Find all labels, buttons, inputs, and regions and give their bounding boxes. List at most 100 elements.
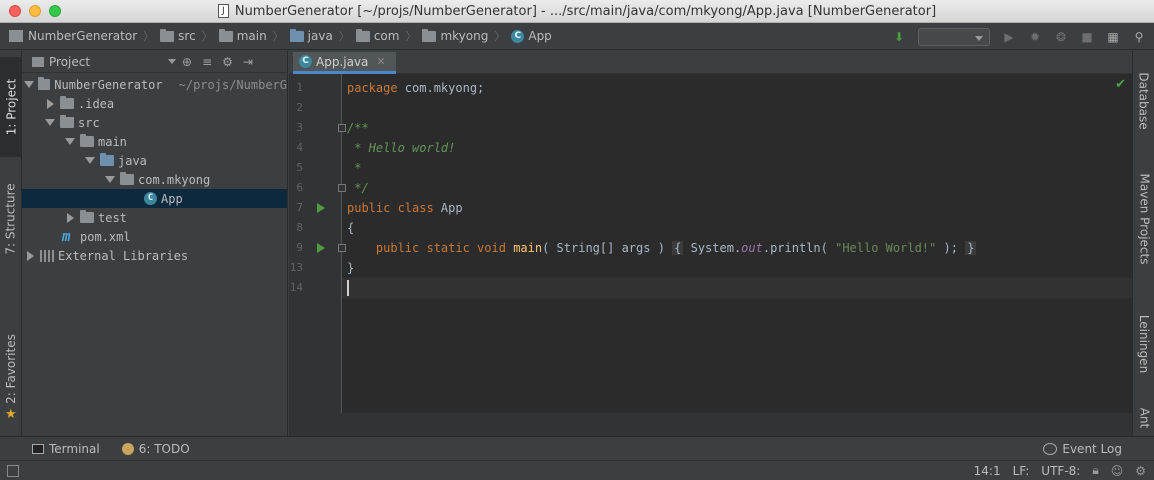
toolbar-right: ⬇ ▶ ✹ ❂ ■ ▦ ⚲	[892, 23, 1154, 50]
breadcrumb-item-java[interactable]: java 〉	[289, 28, 356, 44]
java-file-icon: J	[217, 4, 229, 18]
tool-tab-structure[interactable]: 7: Structure	[0, 169, 22, 269]
todo-tool-button[interactable]: 6: TODO	[121, 442, 190, 456]
breadcrumb: NumberGenerator 〉 src 〉 main 〉 java 〉 co…	[0, 23, 558, 49]
tree-item-java[interactable]: java	[22, 151, 287, 170]
breadcrumb-item-src[interactable]: src 〉	[160, 28, 219, 44]
project-icon	[32, 56, 44, 67]
expand-arrow-icon[interactable]	[104, 176, 116, 183]
code-line: *	[347, 161, 362, 175]
lock-icon[interactable]: 🔒︎	[1092, 463, 1098, 478]
code-line: }	[347, 261, 355, 275]
close-icon[interactable]: ✕	[376, 55, 385, 68]
tree-item-test[interactable]: test	[22, 208, 287, 227]
tree-item-app[interactable]: C App	[22, 189, 287, 208]
todo-icon	[121, 442, 134, 455]
text-caret	[347, 279, 349, 296]
close-window-button[interactable]	[9, 5, 21, 17]
line-number: 5	[296, 161, 303, 174]
expand-arrow-icon[interactable]	[24, 81, 34, 88]
gear-icon[interactable]: ⚙	[222, 55, 233, 69]
star-icon: ★	[5, 407, 17, 422]
line-number: 6	[296, 181, 303, 194]
inspection-ok-icon[interactable]: ✔	[1115, 77, 1126, 92]
code-line: public static void main( String[] args )…	[375, 241, 977, 255]
tree-item-pom-xml[interactable]: m pom.xml	[22, 227, 287, 246]
breadcrumb-item-main[interactable]: main 〉	[218, 28, 290, 44]
package-icon	[355, 28, 370, 42]
tool-tab-leiningen[interactable]: Leiningen	[1133, 299, 1154, 389]
chevron-right-icon: 〉	[272, 30, 284, 43]
tool-tab-favorites[interactable]: 2: Favorites	[0, 319, 22, 419]
breadcrumb-item-mkyong[interactable]: mkyong 〉	[422, 28, 511, 44]
code-line-current	[342, 278, 1132, 298]
editor-area: C App.java ✕ 1 2 3 4 5 6 7 8 9 13 14 pac…	[289, 51, 1132, 436]
event-log-button[interactable]: Event Log	[1043, 442, 1122, 456]
locate-icon[interactable]: ⊕	[182, 55, 192, 69]
breadcrumb-label: src	[178, 29, 196, 43]
run-configuration-select[interactable]	[918, 27, 990, 46]
run-gutter-icon[interactable]	[317, 243, 325, 253]
run-icon[interactable]: ▶	[1002, 30, 1016, 44]
tree-item-idea[interactable]: .idea	[22, 94, 287, 113]
code-line: package com.mkyong;	[347, 81, 485, 95]
chevron-right-icon: 〉	[143, 30, 155, 43]
project-structure-icon[interactable]: ▦	[1106, 30, 1120, 44]
code-line: public class App	[347, 201, 463, 215]
maximize-window-button[interactable]	[49, 5, 61, 17]
tree-item-numbergenerator[interactable]: NumberGenerator ~/projs/NumberG	[22, 75, 287, 94]
tree-item-main[interactable]: main	[22, 132, 287, 151]
breadcrumb-label: main	[236, 29, 267, 43]
project-panel-title[interactable]: Project	[49, 55, 90, 69]
collapse-arrow-icon[interactable]	[64, 213, 76, 223]
breadcrumb-label: java	[307, 29, 333, 43]
class-icon: C	[299, 55, 312, 68]
package-icon	[120, 172, 134, 185]
project-panel-tools: ⊕ ≡ ⚙ ⇥	[182, 55, 253, 69]
tree-item-com-mkyong[interactable]: com.mkyong	[22, 170, 287, 189]
breadcrumb-label: NumberGenerator	[28, 29, 138, 43]
event-icon[interactable]: ⚙	[1135, 464, 1146, 478]
file-encoding[interactable]: UTF-8:	[1041, 464, 1080, 478]
expand-arrow-icon[interactable]	[64, 138, 76, 145]
breadcrumb-item-app[interactable]: C App	[511, 29, 557, 43]
collapse-all-icon[interactable]: ≡	[202, 55, 212, 69]
search-icon[interactable]: ⚲	[1132, 30, 1146, 44]
tab-app-java[interactable]: C App.java ✕	[293, 52, 396, 74]
expand-arrow-icon[interactable]	[44, 119, 56, 126]
debug-icon[interactable]: ✹	[1028, 30, 1042, 44]
code-line: {	[347, 221, 355, 235]
stop-icon[interactable]: ■	[1080, 30, 1094, 44]
right-tool-strip: Database Maven Projects Leiningen Ant	[1132, 51, 1154, 436]
hector-icon[interactable]: ☺	[1111, 464, 1124, 478]
tree-item-src[interactable]: src	[22, 113, 287, 132]
cursor-position[interactable]: 14:1	[974, 464, 1001, 478]
tool-tab-project[interactable]: 1: Project	[0, 57, 22, 157]
breadcrumb-label: com	[373, 29, 400, 43]
tree-item-external-libraries[interactable]: External Libraries	[22, 246, 287, 265]
tool-windows-toggle-icon[interactable]	[7, 464, 19, 477]
folder-icon	[80, 134, 94, 147]
collapse-arrow-icon[interactable]	[24, 251, 36, 261]
folder-icon	[80, 210, 94, 223]
window-title: NumberGenerator [~/projs/NumberGenerator…	[234, 3, 937, 19]
tool-tab-database[interactable]: Database	[1133, 61, 1154, 141]
terminal-tool-button[interactable]: Terminal	[32, 442, 100, 456]
left-tool-strip: 1: Project 7: Structure 2: Favorites ★	[0, 51, 22, 436]
expand-arrow-icon[interactable]	[84, 157, 96, 164]
tool-tab-ant[interactable]: Ant	[1133, 401, 1154, 435]
tool-tab-maven-projects[interactable]: Maven Projects	[1133, 159, 1154, 279]
chevron-down-icon[interactable]	[168, 59, 177, 64]
build-icon[interactable]: ⬇	[892, 30, 906, 44]
hide-panel-icon[interactable]: ⇥	[243, 55, 253, 69]
minimize-window-button[interactable]	[29, 5, 41, 17]
code-editor[interactable]: package com.mkyong; /** * Hello world! *…	[342, 74, 1132, 413]
run-gutter-icon[interactable]	[317, 203, 325, 213]
line-separator[interactable]: LF:	[1013, 464, 1030, 478]
collapse-arrow-icon[interactable]	[44, 99, 56, 109]
line-number: 2	[296, 101, 303, 114]
breadcrumb-item-project[interactable]: NumberGenerator 〉	[9, 28, 160, 44]
breadcrumb-item-com[interactable]: com 〉	[355, 28, 423, 44]
coverage-icon[interactable]: ❂	[1054, 30, 1068, 44]
maven-icon: m	[62, 228, 71, 245]
